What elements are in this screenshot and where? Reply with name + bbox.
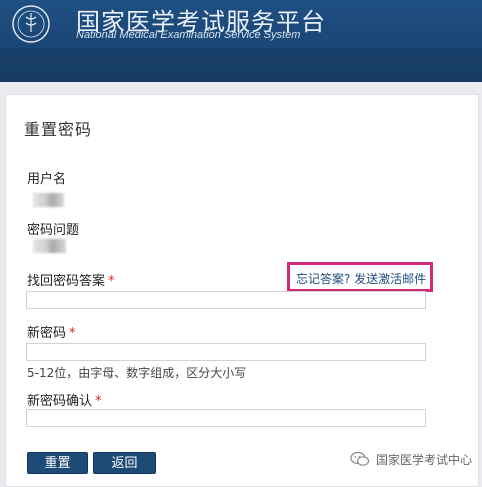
- reset-button[interactable]: 重置: [27, 452, 88, 474]
- watermark: 国家医学考试中心: [350, 451, 472, 467]
- watermark-text: 国家医学考试中心: [376, 452, 473, 467]
- confirm-password-input[interactable]: [26, 409, 426, 427]
- site-header: 国家医学考试服务平台 National Medical Examination …: [0, 0, 482, 82]
- confirm-password-label-text: 新密码确认: [27, 394, 93, 409]
- back-button[interactable]: 返回: [93, 452, 156, 474]
- wechat-icon: [350, 451, 370, 466]
- confirm-password-label: 新密码确认 *: [27, 390, 102, 409]
- required-mark: *: [95, 394, 102, 409]
- forgot-answer-link[interactable]: 忘记答案? 发送激活邮件: [296, 270, 426, 287]
- required-mark: *: [69, 326, 76, 341]
- medical-exam-logo-icon: [12, 5, 50, 43]
- required-mark: *: [108, 274, 115, 289]
- answer-label: 找回密码答案 *: [27, 270, 115, 289]
- security-question-value-redacted: [33, 239, 66, 253]
- site-subtitle: National Medical Examination Service Sys…: [76, 29, 301, 41]
- new-password-input[interactable]: [26, 343, 426, 361]
- answer-input[interactable]: [26, 291, 426, 309]
- header-band: [0, 48, 482, 82]
- page-title: 重置密码: [24, 120, 93, 139]
- password-hint: 5-12位，由字母、数字组成，区分大小写: [27, 366, 247, 380]
- username-value-redacted: [33, 193, 64, 207]
- answer-label-text: 找回密码答案: [27, 274, 106, 289]
- new-password-label: 新密码 *: [27, 322, 76, 341]
- security-question-label: 密码问题: [27, 223, 80, 238]
- username-label: 用户名: [27, 172, 67, 187]
- new-password-label-text: 新密码: [27, 326, 67, 341]
